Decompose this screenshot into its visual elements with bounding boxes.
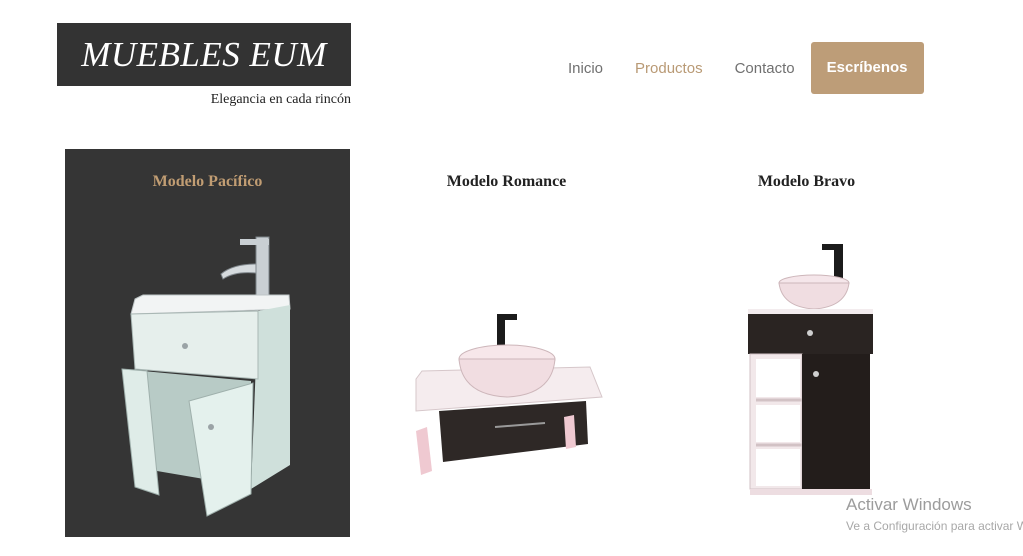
brand-logo[interactable]: MUEBLES EUM bbox=[57, 23, 351, 86]
windows-activation-title: Activar Windows bbox=[846, 495, 972, 514]
product-card-romance[interactable]: Modelo Romance bbox=[364, 149, 649, 537]
brand-name: MUEBLES EUM bbox=[81, 34, 327, 74]
main-nav: Inicio Productos Contacto Escríbenos bbox=[568, 42, 924, 94]
brand-tagline: Elegancia en cada rincón bbox=[210, 92, 351, 107]
nav-link-contacto[interactable]: Contacto bbox=[735, 60, 795, 77]
contact-cta-button[interactable]: Escríbenos bbox=[810, 42, 924, 94]
nav-link-productos[interactable]: Productos bbox=[635, 60, 703, 77]
product-image-romance bbox=[415, 314, 603, 475]
nav-link-inicio[interactable]: Inicio bbox=[568, 60, 603, 77]
product-image-bravo bbox=[748, 244, 873, 495]
product-image-pacifico bbox=[121, 236, 291, 517]
product-card-bravo[interactable]: Modelo Bravo bbox=[664, 149, 949, 537]
product-card-pacifico[interactable]: Modelo Pacífico bbox=[65, 149, 350, 537]
windows-activation-subtitle: Ve a Configuración para activar Windows. bbox=[846, 519, 1023, 533]
